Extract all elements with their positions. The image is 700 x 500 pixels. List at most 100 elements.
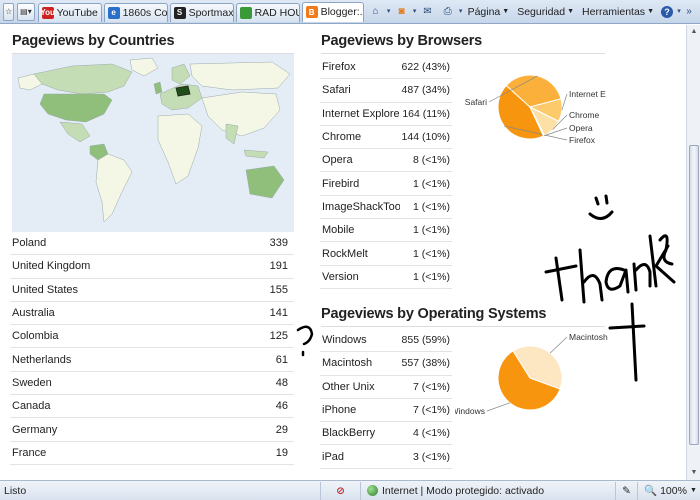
country-name: Sweden <box>12 376 52 389</box>
browser-name: RockMelt <box>322 247 368 260</box>
page-menu[interactable]: Página ▼ <box>468 6 510 18</box>
zoom-level: 100% <box>660 484 687 497</box>
pageview-count: 7 (<1%) <box>412 404 450 417</box>
browser-tab-label: RAD HOUR... <box>254 6 299 19</box>
map-region-russia <box>189 61 291 91</box>
pageview-count: 29 <box>275 423 288 436</box>
table-row: United Kingdom 191 <box>10 255 294 279</box>
pageview-count: 557 (38%) <box>401 357 450 370</box>
mail-icon[interactable]: ✉ <box>421 5 435 19</box>
country-name: Poland <box>12 237 47 250</box>
country-name: Germany <box>12 423 58 436</box>
pie-label: Internet E <box>569 89 606 99</box>
table-row: ImageShackToolbar 1 (<1%) <box>320 196 452 220</box>
pageview-count: 1 (<1%) <box>412 224 450 237</box>
dropdown-caret-icon[interactable]: ▾ <box>458 5 464 19</box>
home-icon[interactable]: ⌂ <box>369 5 383 19</box>
pageview-count: 8 (<1%) <box>412 154 450 167</box>
tools-menu[interactable]: Herramientas ▼ <box>582 6 654 18</box>
pie-label: Macintosh <box>569 332 608 342</box>
scroll-up-arrow-icon[interactable]: ▲ <box>689 26 699 38</box>
browser-name: ImageShackToolbar <box>322 200 400 213</box>
browser-tab[interactable]: BBlogger:...× <box>301 1 364 22</box>
tab-list-button[interactable]: ▤▾ <box>17 2 35 21</box>
os-section-title: Pageviews by Operating Systems <box>321 306 547 322</box>
table-row: Sweden 48 <box>10 372 294 396</box>
browser-tab[interactable]: YouYouTube - ... <box>37 2 102 22</box>
popup-blocker-icon[interactable]: ⊘ <box>320 481 360 500</box>
chevron-down-icon: ▼ <box>567 8 575 15</box>
pageview-count: 339 <box>269 237 288 250</box>
os-name: Other Unix <box>322 380 375 393</box>
table-row: Opera 8 (<1%) <box>320 149 452 173</box>
pageview-count: 855 (59%) <box>401 334 450 347</box>
divider <box>321 326 605 327</box>
browser-name: Chrome <box>322 131 362 144</box>
table-row: Colombia 125 <box>10 325 294 349</box>
country-name: Canada <box>12 400 51 413</box>
os-name: Macintosh <box>322 357 373 370</box>
favorites-star-icon[interactable]: ☆ <box>3 2 15 21</box>
table-row: Safari 487 (34%) <box>320 79 452 103</box>
pageview-count: 61 <box>275 353 288 366</box>
dropdown-caret-icon[interactable]: ▾ <box>412 5 418 19</box>
browser-name: Safari <box>322 84 351 97</box>
table-row: Firebird 1 (<1%) <box>320 172 452 196</box>
browsers-pie-chart: Firefox Safari Internet E Chrome Opera <box>465 74 606 145</box>
pageview-count: 125 <box>269 330 288 343</box>
rss-feed-icon[interactable]: ◙ <box>395 5 409 19</box>
zoom-control[interactable]: 🔍 100% ▼ <box>637 481 699 500</box>
help-icon[interactable]: ? <box>661 5 673 18</box>
browser-tab-label: Blogger:... <box>320 6 363 18</box>
pageview-count: 1 (<1%) <box>412 270 450 283</box>
security-zone[interactable]: Internet | Modo protegido: activado <box>360 481 615 500</box>
pageview-count: 164 (11%) <box>402 107 450 120</box>
table-row: Germany 29 <box>10 418 294 442</box>
dropdown-caret-icon[interactable]: ▾ <box>676 5 682 19</box>
table-row: Australia 141 <box>10 302 294 326</box>
pie-label: Firefox <box>569 135 596 145</box>
country-name: Netherlands <box>12 353 72 366</box>
green-page-icon <box>239 6 252 19</box>
tools-menu-label: Herramientas <box>582 5 646 18</box>
world-map[interactable] <box>12 54 294 232</box>
print-icon[interactable]: ⎙ <box>441 5 455 19</box>
browser-tab[interactable]: e1860s Cout... <box>103 2 168 22</box>
pageview-count: 191 <box>269 260 288 273</box>
countries-section-title: Pageviews by Countries <box>12 33 175 49</box>
pageview-count: 19 <box>275 446 288 459</box>
browser-name: Version <box>322 270 359 283</box>
table-row: RockMelt 1 (<1%) <box>320 242 452 266</box>
table-row: BlackBerry 4 (<1%) <box>320 422 452 446</box>
pie-label: Windows <box>455 406 485 416</box>
scroll-down-arrow-icon[interactable]: ▼ <box>689 467 699 479</box>
browser-name: Opera <box>322 154 353 167</box>
pie-label: Safari <box>465 97 487 107</box>
settings-icon[interactable]: ✎ <box>615 481 637 500</box>
dropdown-caret-icon[interactable]: ▾ <box>386 5 392 19</box>
map-region-greenland <box>129 57 159 77</box>
vertical-scrollbar[interactable]: ▲ ▼ <box>686 25 700 480</box>
pageview-count: 155 <box>269 283 288 296</box>
scrollbar-thumb[interactable] <box>689 145 699 445</box>
tab-strip: YouYouTube - ...e1860s Cout...SSportmax … <box>37 1 366 22</box>
map-region-poland <box>175 85 191 97</box>
country-name: United States <box>12 283 79 296</box>
table-row: Netherlands 61 <box>10 348 294 372</box>
sportmax-icon: S <box>173 6 186 19</box>
safety-menu[interactable]: Seguridad ▼ <box>517 6 574 18</box>
pageview-count: 487 (34%) <box>401 84 450 97</box>
pie-label: Opera <box>569 123 593 133</box>
browser-tab-label: 1860s Cout... <box>122 6 168 19</box>
table-row: Canada 46 <box>10 395 294 419</box>
browser-tab[interactable]: RAD HOUR... <box>235 2 300 22</box>
table-row: Version 1 (<1%) <box>320 266 452 289</box>
map-region-india <box>225 123 239 145</box>
os-name: iPad <box>322 450 345 463</box>
browser-tab[interactable]: SSportmax F... <box>169 2 234 22</box>
overflow-chevron-icon[interactable]: » <box>685 5 693 19</box>
table-row: Firefox 622 (43%) <box>320 56 452 80</box>
map-region-united-states <box>39 93 113 123</box>
map-region-scandinavia <box>171 63 191 85</box>
pageview-count: 4 (<1%) <box>412 427 450 440</box>
